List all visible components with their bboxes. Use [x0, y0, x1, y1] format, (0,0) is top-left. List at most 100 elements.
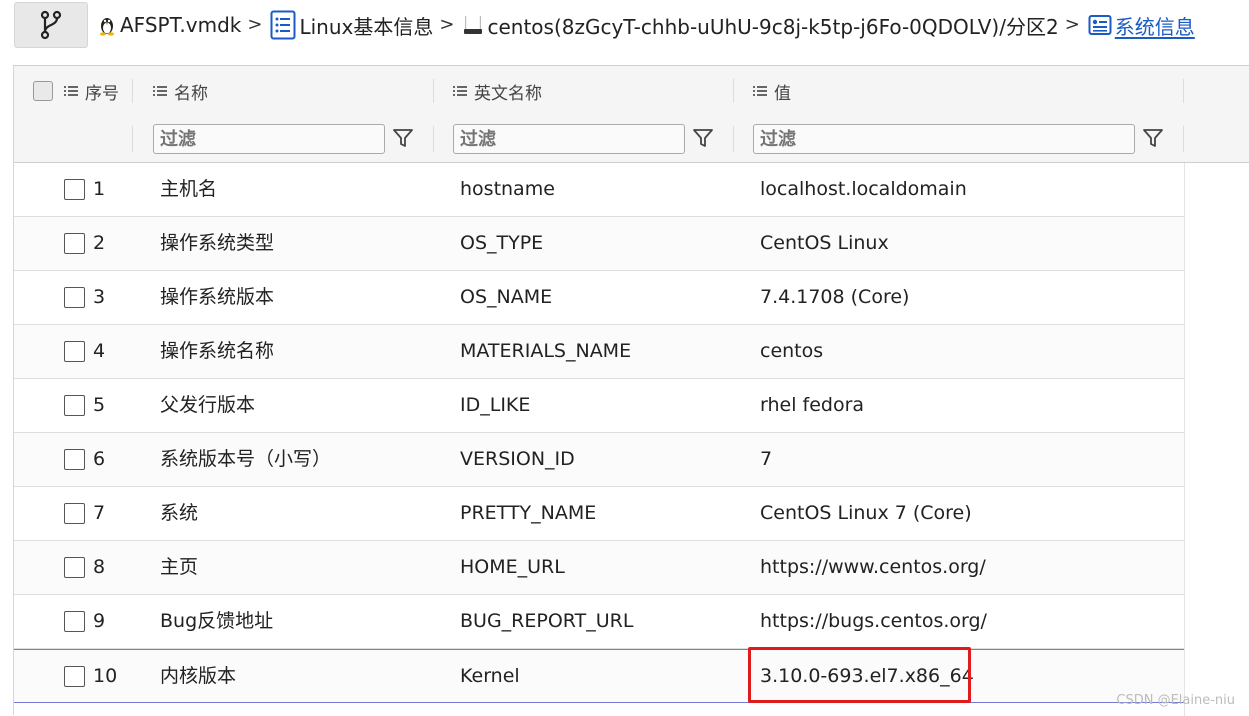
breadcrumb-separator: > — [439, 13, 455, 35]
row-english-name: hostname — [460, 178, 555, 200]
row-english-name: HOME_URL — [460, 556, 565, 578]
column-header-label: 值 — [774, 83, 791, 104]
disk-icon — [462, 14, 484, 36]
column-menu-icon — [753, 86, 767, 96]
row-value: rhel fedora — [760, 394, 865, 416]
table-row[interactable]: 6 系统版本号（小写） VERSION_ID 7 — [14, 433, 1184, 487]
row-value: CentOS Linux 7 (Core) — [760, 502, 972, 524]
grid-right-border — [1184, 163, 1185, 716]
row-english-name: ID_LIKE — [460, 394, 531, 416]
row-checkbox[interactable] — [64, 287, 85, 308]
row-value: centos — [760, 340, 824, 362]
row-value: localhost.localdomain — [760, 178, 967, 200]
table-row[interactable]: 8 主页 HOME_URL https://www.centos.org/ — [14, 541, 1184, 595]
row-index: 10 — [93, 665, 118, 687]
english-name-filter-input[interactable] — [453, 124, 685, 154]
column-menu-icon — [153, 86, 167, 96]
table-row[interactable]: 1 主机名 hostname localhost.localdomain — [14, 163, 1184, 217]
filter-row — [14, 116, 1249, 163]
column-menu-icon — [64, 86, 78, 96]
column-header-english-name[interactable]: 英文名称 — [453, 66, 542, 116]
table-row[interactable]: 5 父发行版本 ID_LIKE rhel fedora — [14, 379, 1184, 433]
column-divider — [132, 126, 133, 152]
row-value: https://bugs.centos.org/ — [760, 610, 987, 632]
row-checkbox[interactable] — [64, 666, 85, 687]
row-checkbox[interactable] — [64, 449, 85, 470]
table-row[interactable]: 7 系统 PRETTY_NAME CentOS Linux 7 (Core) — [14, 487, 1184, 541]
row-english-name: VERSION_ID — [460, 448, 575, 470]
column-divider[interactable] — [1183, 79, 1184, 103]
branch-button[interactable] — [14, 2, 88, 48]
row-checkbox[interactable] — [64, 503, 85, 524]
row-value: CentOS Linux — [760, 232, 889, 254]
row-english-name: OS_TYPE — [460, 232, 544, 254]
table-row[interactable]: 9 Bug反馈地址 BUG_REPORT_URL https://bugs.ce… — [14, 595, 1184, 649]
row-english-name: MATERIALS_NAME — [460, 340, 632, 362]
column-header-label: 序号 — [85, 83, 119, 104]
row-name: 操作系统类型 — [160, 232, 275, 254]
row-name: 操作系统版本 — [160, 286, 275, 308]
row-checkbox[interactable] — [64, 395, 85, 416]
row-checkbox[interactable] — [64, 233, 85, 254]
filter-icon[interactable] — [691, 126, 715, 150]
breadcrumb-separator: > — [1064, 13, 1080, 35]
row-index: 7 — [93, 502, 106, 524]
column-header-value[interactable]: 值 — [753, 66, 791, 116]
row-english-name: PRETTY_NAME — [460, 502, 597, 524]
row-value: 7.4.1708 (Core) — [760, 286, 910, 308]
row-checkbox[interactable] — [64, 557, 85, 578]
highlight-box — [748, 647, 971, 703]
row-name: 内核版本 — [160, 665, 237, 687]
breadcrumb-label: centos(8zGcyT-chhb-uUhU-9c8j-k5tp-j6Fo-0… — [487, 14, 1059, 39]
column-header-index[interactable]: 序号 — [64, 66, 119, 116]
column-header-name[interactable]: 名称 — [153, 66, 208, 116]
row-index: 4 — [93, 340, 106, 362]
name-filter-input[interactable] — [153, 124, 385, 154]
system-info-icon — [1088, 13, 1112, 37]
column-divider[interactable] — [132, 79, 133, 103]
breadcrumb-label: Linux基本信息 — [299, 14, 434, 39]
row-index: 2 — [93, 232, 106, 254]
value-filter-input[interactable] — [753, 124, 1135, 154]
row-index: 1 — [93, 178, 106, 200]
row-name: 操作系统名称 — [160, 340, 275, 362]
table-header: 序号 名称 英文名称 值 — [14, 66, 1249, 117]
row-name: 主机名 — [160, 178, 218, 200]
row-checkbox[interactable] — [64, 611, 85, 632]
select-all-checkbox[interactable] — [33, 81, 53, 101]
table-row[interactable]: 2 操作系统类型 OS_TYPE CentOS Linux — [14, 217, 1184, 271]
filter-icon[interactable] — [391, 126, 415, 150]
row-checkbox[interactable] — [64, 341, 85, 362]
table-row-selected[interactable]: 10 内核版本 Kernel 3.10.0-693.el7.x86_64 — [14, 647, 1184, 703]
row-value: https://www.centos.org/ — [760, 556, 986, 578]
breadcrumb-label: 系统信息 — [1114, 14, 1195, 39]
table-row[interactable]: 4 操作系统名称 MATERIALS_NAME centos — [14, 325, 1184, 379]
filter-icon[interactable] — [1141, 126, 1165, 150]
breadcrumb: AFSPT.vmdk > Linux基本信息 > centos(8zGcyT-c… — [97, 8, 1195, 42]
breadcrumb-separator: > — [247, 13, 263, 35]
column-divider[interactable] — [733, 79, 734, 103]
branch-icon — [40, 10, 62, 40]
row-name: 主页 — [160, 556, 199, 578]
breadcrumb-item-system-info[interactable]: 系统信息 — [1088, 11, 1195, 40]
column-divider[interactable] — [433, 79, 434, 103]
row-english-name: OS_NAME — [460, 286, 553, 308]
row-name: 系统版本号（小写） — [160, 448, 332, 470]
linux-penguin-icon — [97, 14, 117, 36]
row-index: 9 — [93, 610, 106, 632]
table-body: 1 主机名 hostname localhost.localdomain 2 操… — [14, 163, 1184, 703]
breadcrumb-item-partition[interactable]: centos(8zGcyT-chhb-uUhU-9c8j-k5tp-j6Fo-0… — [462, 11, 1059, 40]
row-checkbox[interactable] — [64, 179, 85, 200]
breadcrumb-item-vmdk[interactable]: AFSPT.vmdk — [97, 13, 241, 37]
column-divider — [433, 126, 434, 152]
row-value: 7 — [760, 448, 773, 470]
row-name: 父发行版本 — [160, 394, 256, 416]
row-english-name: BUG_REPORT_URL — [460, 610, 634, 632]
column-divider — [733, 126, 734, 152]
breadcrumb-item-linux-info[interactable]: Linux基本信息 — [270, 10, 433, 40]
data-grid: 序号 名称 英文名称 值 1 主机名 — [13, 65, 1249, 716]
table-row[interactable]: 3 操作系统版本 OS_NAME 7.4.1708 (Core) — [14, 271, 1184, 325]
column-menu-icon — [453, 86, 467, 96]
row-index: 6 — [93, 448, 106, 470]
column-header-label: 名称 — [174, 83, 208, 104]
